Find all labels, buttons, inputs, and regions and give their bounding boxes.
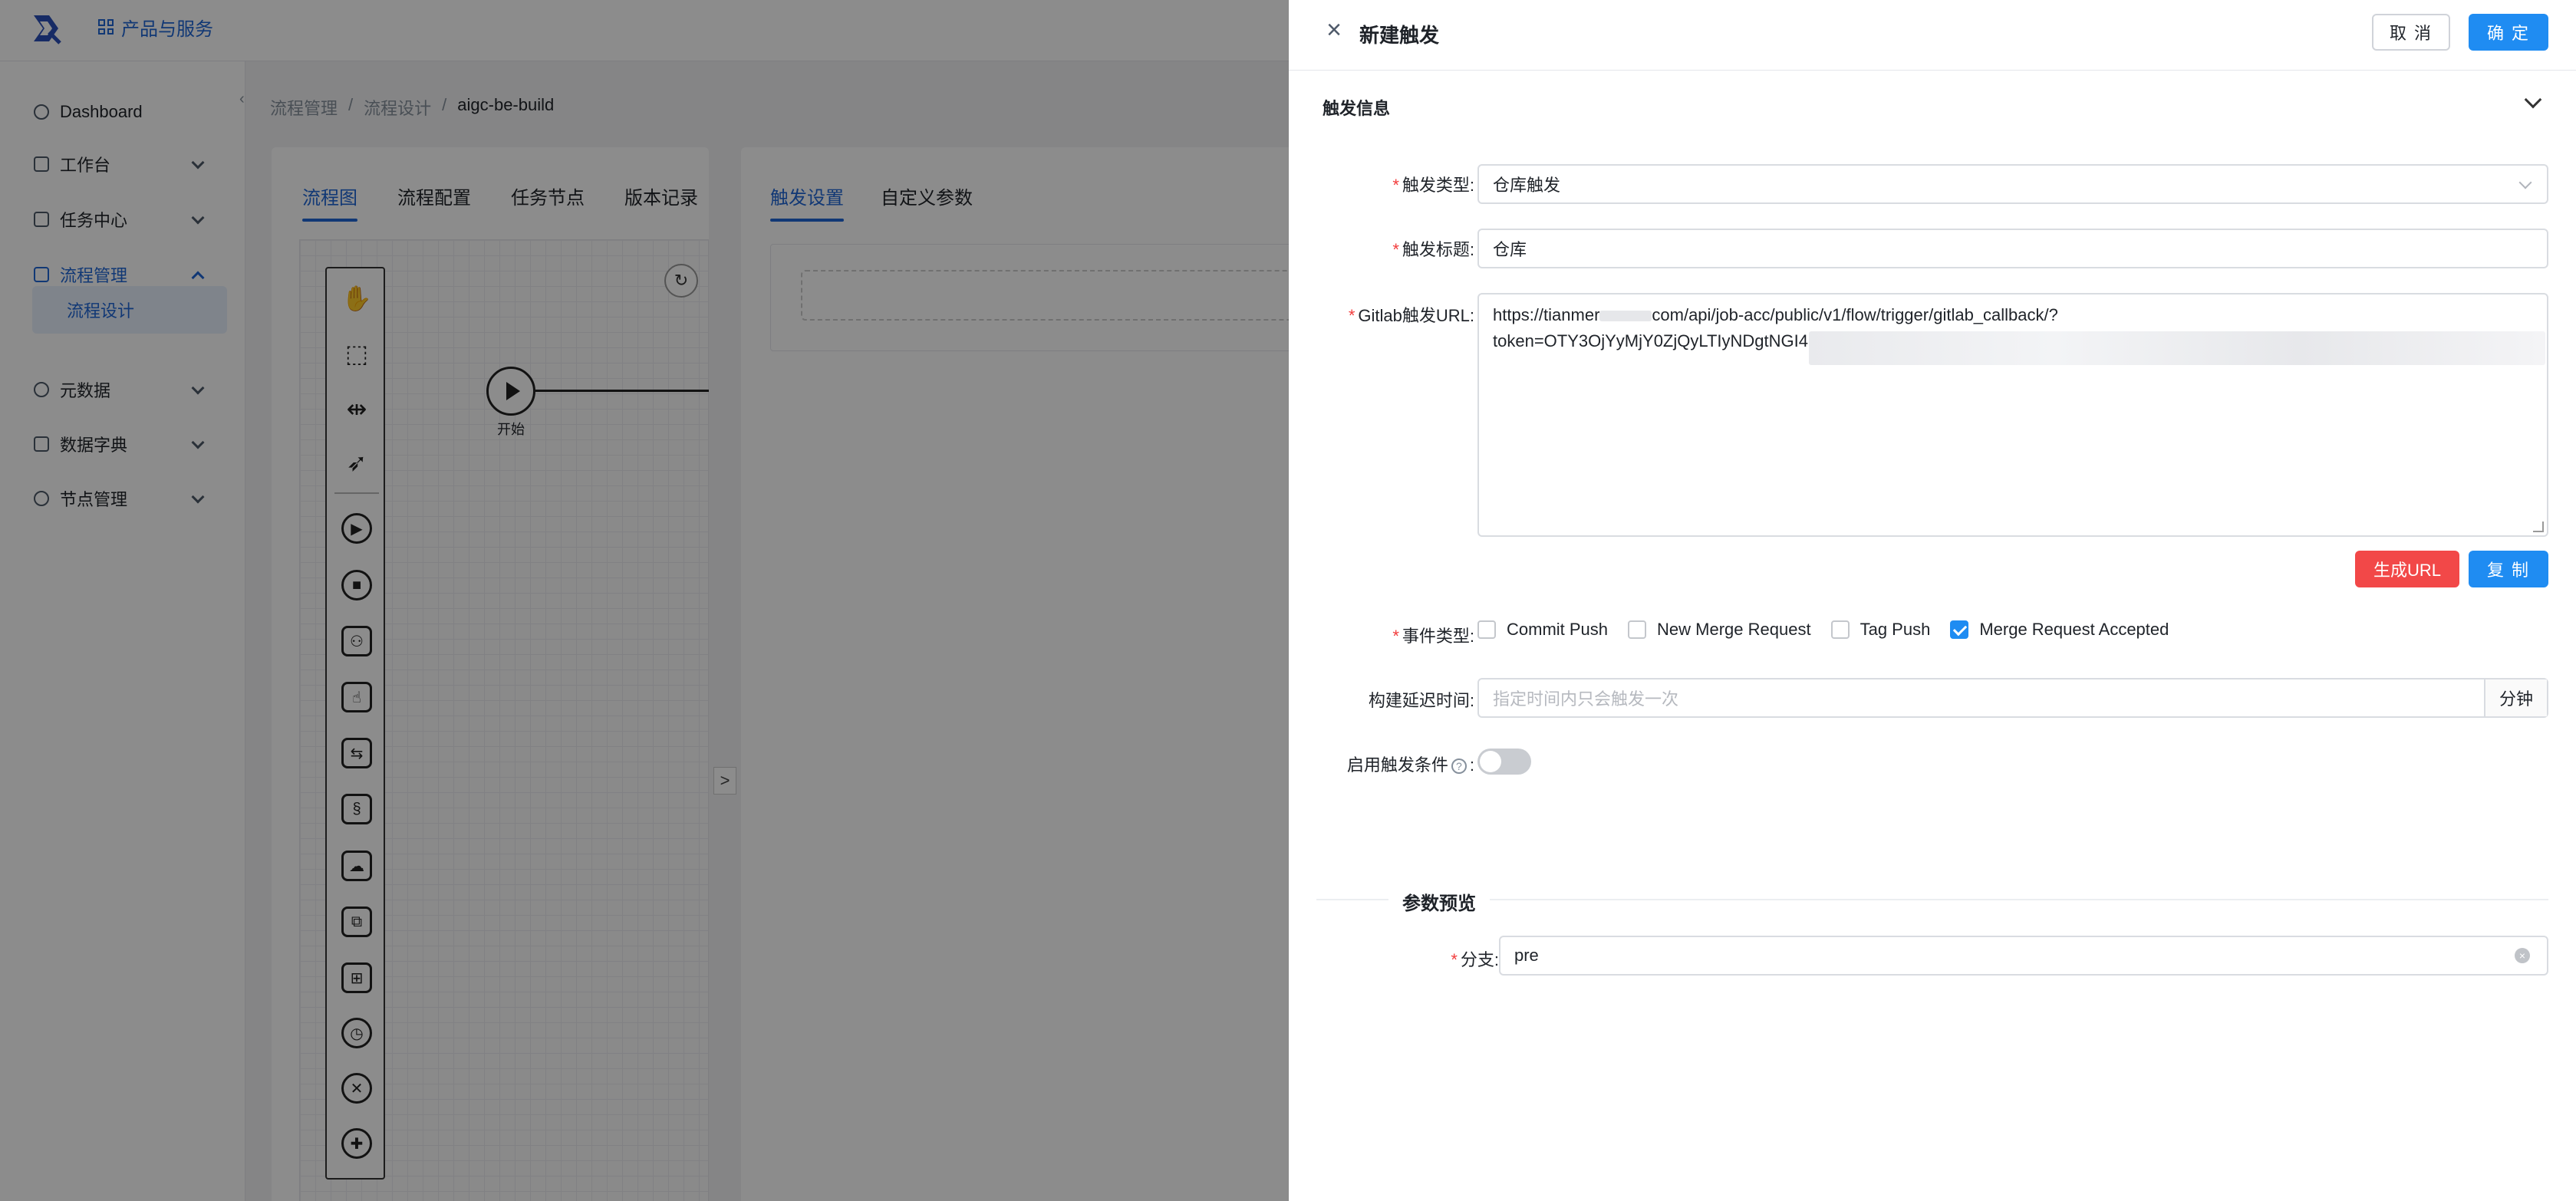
branch-label: * 分支: (1451, 946, 1499, 971)
checkbox-label: Merge Request Accepted (1979, 620, 2169, 639)
trigger-type-select[interactable]: 仓库触发 (1477, 164, 2548, 204)
gitlab-url-label: * Gitlab触发URL: (1349, 302, 1474, 327)
minutes-addon: 分钟 (2484, 679, 2547, 716)
new-trigger-drawer: × 新建触发 取 消 确 定 触发信息 * 触发类型: 仓库触发 * 触发标题: 仓… (1289, 0, 2576, 1201)
build-delay-label: 构建延迟时间: (1368, 691, 1474, 710)
redacted-blur (1809, 331, 2545, 365)
drawer-title: 新建触发 (1359, 24, 1440, 47)
trigger-title-input[interactable]: 仓库 (1477, 229, 2548, 268)
modal-mask[interactable] (0, 0, 1289, 1201)
checkbox-new-merge-request[interactable]: New Merge Request (1628, 620, 1811, 640)
branch-value: pre (1514, 946, 1539, 965)
branch-input[interactable]: pre × (1499, 936, 2548, 976)
trigger-type-label: * 触发类型: (1392, 172, 1474, 196)
enable-condition-toggle[interactable] (1477, 749, 1531, 775)
checkbox-label: Tag Push (1860, 620, 1931, 639)
checkbox-merge-request-accepted[interactable]: Merge Request Accepted (1950, 620, 2169, 640)
required-mark: * (1392, 240, 1399, 259)
checkbox-label: Commit Push (1507, 620, 1609, 639)
checkbox-label: New Merge Request (1657, 620, 1811, 639)
label-colon: : (1469, 755, 1474, 775)
trigger-title-value: 仓库 (1493, 240, 1527, 259)
enable-condition-label: 启用触发条件?: (1347, 752, 1474, 776)
checkbox-box[interactable] (1628, 620, 1647, 639)
checkbox-box-checked[interactable] (1950, 620, 1969, 639)
close-icon[interactable]: × (1323, 17, 1346, 43)
toggle-knob (1480, 751, 1501, 772)
required-mark: * (1451, 950, 1458, 969)
event-type-checkboxes: Commit Push New Merge Request Tag Push M… (1477, 620, 2189, 640)
trigger-title-label: * 触发标题: (1392, 236, 1474, 261)
resize-handle-icon[interactable] (2533, 522, 2544, 532)
help-icon[interactable]: ? (1451, 758, 1467, 775)
clear-icon[interactable]: × (2515, 948, 2530, 963)
checkbox-box[interactable] (1830, 620, 1850, 639)
build-delay-input[interactable]: 指定时间内只会触发一次 (1479, 679, 2484, 716)
url-suffix: com/api/job-acc/public/v1/flow/trigger/g… (1652, 305, 2058, 324)
redacted-blur (1599, 311, 1652, 322)
gitlab-url-textarea[interactable]: https://tianmer com/api/job-acc/public/v1… (1477, 293, 2548, 537)
url-line-1: https://tianmer com/api/job-acc/public/v1… (1493, 302, 2533, 328)
checkbox-commit-push[interactable]: Commit Push (1477, 620, 1608, 640)
build-delay-input-group: 指定时间内只会触发一次 分钟 (1477, 678, 2548, 718)
copy-button[interactable]: 复 制 (2469, 551, 2548, 587)
preview-title: 参数预览 (1388, 888, 1490, 915)
gitlab-url-label-text: Gitlab触发URL: (1358, 306, 1474, 325)
chevron-down-icon (2518, 176, 2532, 189)
confirm-button[interactable]: 确 定 (2469, 14, 2548, 51)
section-divider (1316, 899, 2548, 900)
url-prefix: https://tianmer (1493, 305, 1600, 324)
checkbox-box[interactable] (1477, 620, 1496, 639)
section-title: 触发信息 (1323, 99, 1391, 118)
required-mark: * (1392, 176, 1399, 195)
branch-label-text: 分支: (1460, 950, 1499, 969)
chevron-down-icon[interactable] (2524, 90, 2542, 109)
required-mark: * (1348, 306, 1356, 325)
checkbox-tag-push[interactable]: Tag Push (1830, 620, 1931, 640)
event-type-label-text: 事件类型: (1402, 627, 1474, 646)
cancel-button[interactable]: 取 消 (2372, 14, 2450, 51)
required-mark: * (1392, 627, 1399, 646)
drawer-header: × 新建触发 取 消 确 定 (1289, 0, 2576, 71)
enable-condition-label-text: 启用触发条件 (1346, 755, 1448, 775)
generate-url-button[interactable]: 生成URL (2355, 551, 2459, 587)
trigger-type-label-text: 触发类型: (1402, 176, 1474, 195)
event-type-label: * 事件类型: (1392, 623, 1474, 647)
trigger-type-value: 仓库触发 (1493, 176, 1561, 195)
trigger-title-label-text: 触发标题: (1402, 240, 1474, 259)
